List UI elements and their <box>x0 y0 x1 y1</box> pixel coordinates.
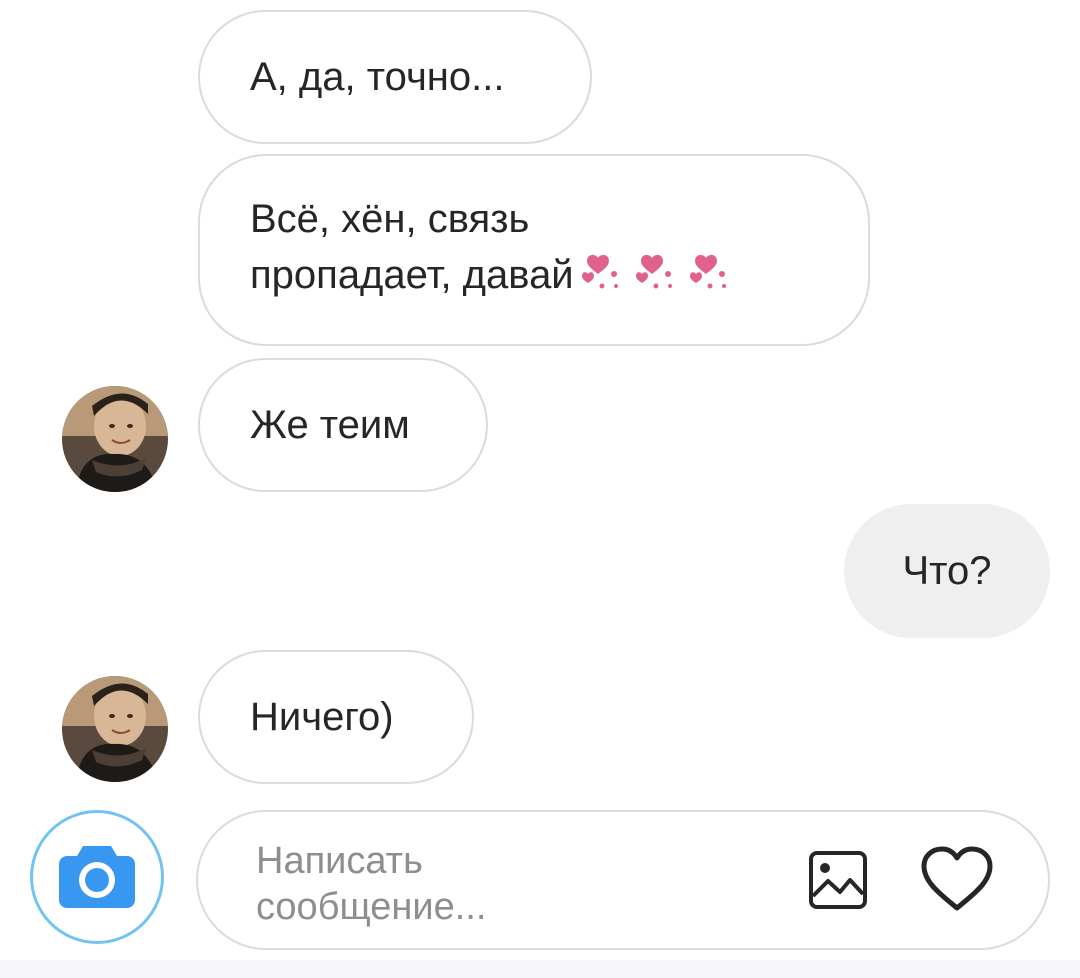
sparkling-hearts-emoji <box>580 244 748 306</box>
bottom-bar <box>0 960 1080 978</box>
image-icon <box>808 850 868 915</box>
message-text: А, да, точно... <box>250 55 505 99</box>
message-bubble-incoming[interactable]: Же теим <box>198 358 488 492</box>
message-bubble-outgoing[interactable]: Что? <box>844 504 1050 638</box>
message-text-line: Всё, хён, связь <box>250 197 530 241</box>
camera-button[interactable] <box>30 810 164 944</box>
message-bubble-incoming[interactable]: Ничего) <box>198 650 474 784</box>
message-bubble-incoming[interactable]: Всё, хён, связь пропадает, давай <box>198 154 870 346</box>
message-text-line: пропадает, давай <box>250 253 574 297</box>
gallery-button[interactable] <box>808 850 868 915</box>
heart-icon <box>920 846 994 917</box>
message-bubble-incoming[interactable]: А, да, точно... <box>198 10 592 144</box>
avatar[interactable] <box>62 386 168 492</box>
message-composer[interactable]: Написать сообщение... <box>196 810 1050 950</box>
message-input[interactable]: Написать сообщение... <box>256 838 596 930</box>
message-text: Что? <box>902 549 992 593</box>
camera-icon <box>59 842 135 913</box>
like-button[interactable] <box>920 846 994 917</box>
avatar[interactable] <box>62 676 168 782</box>
message-text: Же теим <box>250 403 410 447</box>
message-text: Ничего) <box>250 695 394 739</box>
